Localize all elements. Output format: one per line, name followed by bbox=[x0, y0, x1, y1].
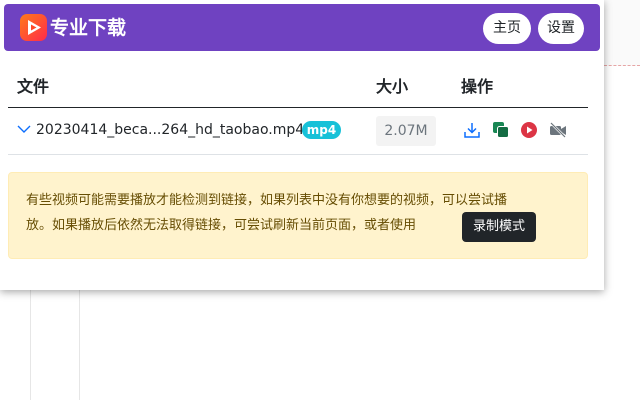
column-header-actions: 操作 bbox=[461, 77, 494, 96]
popup-header: 专业下载 主页 设置 bbox=[4, 4, 600, 51]
file-size: 2.07M bbox=[376, 116, 436, 146]
background-divider bbox=[79, 290, 80, 400]
play-icon[interactable] bbox=[520, 121, 538, 139]
settings-button[interactable]: 设置 bbox=[538, 13, 584, 44]
notice-text-line2: 放。如果播放后依然无法取得链接，可尝试刷新当前页面，或者使用 bbox=[26, 218, 417, 233]
home-button[interactable]: 主页 bbox=[483, 13, 531, 44]
app-title: 专业下载 bbox=[50, 17, 127, 39]
format-badge: mp4 bbox=[302, 121, 341, 139]
header-divider bbox=[8, 107, 588, 108]
download-popup: 专业下载 主页 设置 文件 大小 操作 20230414_beca...264_… bbox=[0, 0, 604, 290]
notice-text-line1: 有些视频可能需要播放才能检测到链接，如果列表中没有你想要的视频，可以尝试播 bbox=[26, 193, 508, 208]
video-off-icon[interactable] bbox=[549, 121, 567, 139]
background-divider bbox=[30, 290, 31, 400]
download-icon[interactable] bbox=[463, 121, 481, 139]
play-logo-icon bbox=[20, 14, 47, 41]
background-strip bbox=[604, 0, 640, 66]
copy-icon[interactable] bbox=[492, 121, 510, 139]
file-name: 20230414_beca...264_hd_taobao.mp4 bbox=[36, 122, 305, 138]
column-header-size: 大小 bbox=[376, 77, 409, 96]
notice-alert: 有些视频可能需要播放才能检测到链接，如果列表中没有你想要的视频，可以尝试播 放。… bbox=[8, 172, 588, 259]
record-mode-button[interactable]: 录制模式 bbox=[462, 212, 536, 242]
row-divider bbox=[8, 154, 588, 155]
column-header-file: 文件 bbox=[17, 77, 50, 96]
chevron-down-icon[interactable] bbox=[17, 121, 31, 140]
